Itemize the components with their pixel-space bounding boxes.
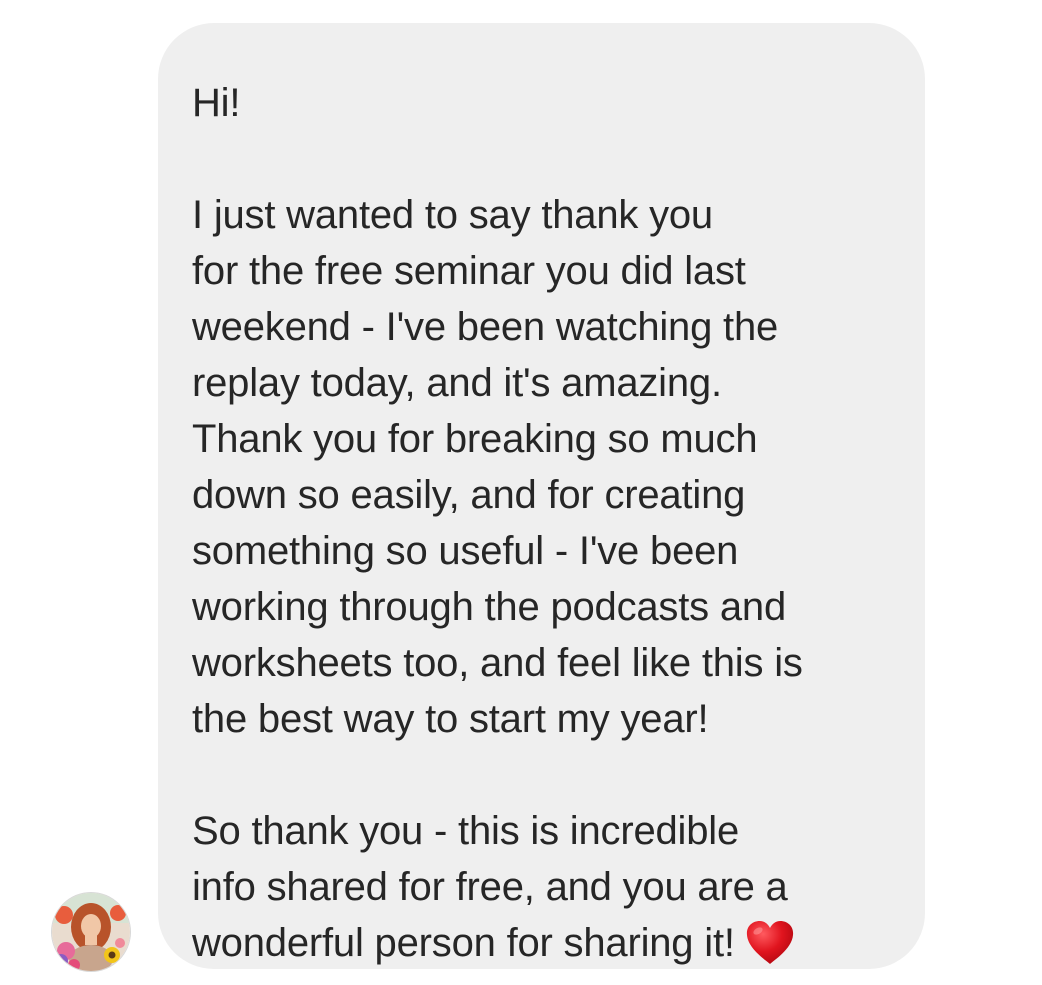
message-line-text: wonderful person for sharing it!	[192, 921, 735, 965]
heart-emoji-icon	[745, 920, 795, 966]
message-line: I just wanted to say thank you	[192, 193, 713, 237]
message-line: replay today, and it's amazing.	[192, 361, 722, 405]
message-line: weekend - I've been watching the	[192, 305, 779, 349]
message-line: Thank you for breaking so much	[192, 417, 758, 461]
message-line: the best way to start my year!	[192, 697, 709, 741]
message-line: worksheets too, and feel like this is	[192, 641, 803, 685]
sender-avatar[interactable]	[52, 893, 130, 971]
message-greeting: Hi!	[192, 81, 241, 125]
message-line: working through the podcasts and	[192, 585, 786, 629]
message-bubble[interactable]: Hi! I just wanted to say thank you for t…	[158, 23, 925, 969]
message-line: info shared for free, and you are a	[192, 865, 788, 909]
message-line: for the free seminar you did last	[192, 249, 746, 293]
message-line: down so easily, and for creating	[192, 473, 746, 517]
message-line-last: wonderful person for sharing it!	[192, 915, 895, 971]
message-line: something so useful - I've been	[192, 529, 739, 573]
message-line: So thank you - this is incredible	[192, 809, 740, 853]
